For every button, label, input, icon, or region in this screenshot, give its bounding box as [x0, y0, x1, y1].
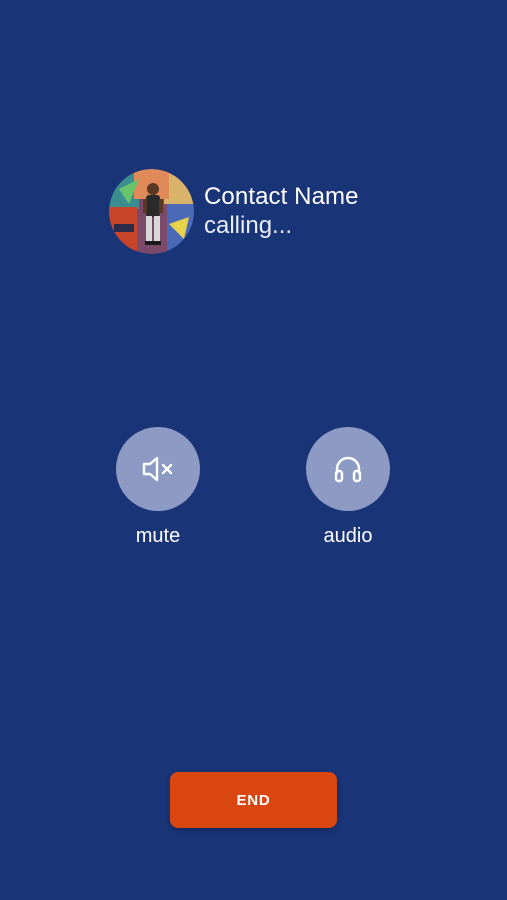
end-call-label: END — [236, 791, 271, 809]
end-call-button[interactable]: END — [170, 772, 337, 828]
avatar — [109, 169, 194, 254]
contact-info: Contact Name calling... — [204, 183, 359, 241]
audio-button[interactable] — [306, 427, 390, 511]
call-screen: Contact Name calling... mute audio END — [0, 0, 507, 900]
contact-name: Contact Name — [204, 182, 359, 210]
speaker-muted-icon — [138, 449, 178, 489]
mute-button[interactable] — [116, 427, 200, 511]
audio-control: audio — [293, 427, 403, 548]
avatar-image — [109, 169, 194, 254]
audio-label: audio — [323, 525, 373, 547]
mute-label: mute — [135, 525, 181, 547]
mute-control: mute — [103, 427, 213, 548]
headphones-icon — [328, 449, 368, 489]
call-status: calling... — [204, 211, 293, 239]
contact-header: Contact Name calling... — [109, 169, 359, 254]
